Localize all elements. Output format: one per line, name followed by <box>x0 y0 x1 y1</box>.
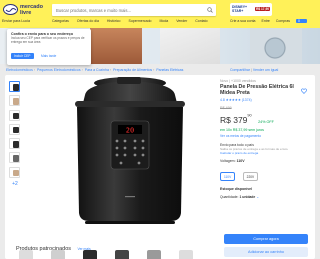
breadcrumb-item[interactable]: Panelas Elétricas <box>156 68 183 72</box>
nav-offers[interactable]: Ofertas do dia <box>77 19 99 23</box>
sell-similar-link[interactable]: Vender um igual <box>253 68 278 72</box>
sponsored-products-row <box>15 247 215 259</box>
share-link[interactable]: Compartilhar <box>230 68 250 72</box>
price-row: R$ 37990 24% OFF <box>220 110 312 128</box>
banner-washing-machine-image <box>250 28 302 64</box>
breadcrumb-item[interactable]: Pequenos Eletrodomésticos <box>37 68 81 72</box>
quantity-value: 1 unidade <box>239 194 256 199</box>
add-to-cart-button[interactable]: Adicionar ao carrinho <box>224 247 308 257</box>
price-cents: 90 <box>247 113 252 118</box>
thumbnail-3[interactable] <box>9 109 20 121</box>
page: { "header": { "logo_line1": "mercado", "… <box>0 0 320 259</box>
voltage-option-110v[interactable]: 110V <box>220 172 236 182</box>
heart-icon[interactable] <box>301 88 307 94</box>
thumbnail-5[interactable] <box>9 138 20 150</box>
sponsored-product-5[interactable] <box>143 247 165 259</box>
installments-text: em 10x R$ 37,99 sem juros <box>220 127 264 132</box>
cart-count: 0 <box>298 19 300 23</box>
nav-sell[interactable]: Vender <box>176 19 187 23</box>
cart-button[interactable]: 0 <box>296 19 307 23</box>
product-info-column: Novo | +1000 vendidos Panela De Pressão … <box>220 79 312 259</box>
promo-price-badge: R$ 17,90 <box>255 7 270 11</box>
payment-methods-link[interactable]: Ver os meios de pagamento <box>220 134 312 138</box>
create-account-link[interactable]: Crie a sua conta <box>230 19 256 23</box>
search-bar <box>52 4 216 16</box>
sponsored-product-1[interactable] <box>15 247 37 259</box>
login-link[interactable]: Entre <box>261 19 269 23</box>
thumbnail-6[interactable] <box>9 152 20 164</box>
cooker-display-text: 20 <box>126 127 134 135</box>
thumbnail-1[interactable] <box>9 81 20 92</box>
nav-history[interactable]: Histórico <box>107 19 121 23</box>
mercado-livre-logo[interactable]: mercado livre <box>3 4 45 17</box>
address-tooltip: Confira o envio para o seu endereço Incl… <box>7 29 91 65</box>
product-card: +2 20 Novo | +1000 vendidos Panela De Pr… <box>5 75 315 259</box>
logo-text-line2: livre <box>20 9 32 16</box>
more-images-button[interactable]: +2 <box>9 181 21 187</box>
stock-status: Estoque disponível <box>220 186 253 191</box>
chevron-down-icon: ⌄ <box>256 194 260 199</box>
nav-categories[interactable]: Categorias <box>52 19 69 23</box>
thumbnail-7[interactable] <box>9 166 20 178</box>
voltage-label: Voltagem: <box>220 158 236 163</box>
quantity-label: Quantidade: <box>220 194 239 199</box>
breadcrumb-actions: Compartilhar | Vender um igual <box>230 68 279 72</box>
rating[interactable]: 4.8 ★★★★★ (1374) <box>220 98 312 102</box>
search-input[interactable] <box>52 4 202 16</box>
sponsored-product-3[interactable] <box>79 247 101 259</box>
banner-product-image-1 <box>90 28 142 64</box>
thumbnail-2[interactable] <box>9 95 20 107</box>
delivery-location[interactable]: Enviar para Lucia <box>2 19 30 23</box>
later-button[interactable]: Mais tarde <box>41 54 56 58</box>
nav-supermarket[interactable]: Supermercado <box>129 19 152 23</box>
quantity-selector[interactable]: Quantidade: 1 unidade ⌄ <box>220 195 312 199</box>
voltage-option-220v[interactable]: 220V <box>242 172 259 182</box>
sponsored-product-2[interactable] <box>47 247 69 259</box>
nav-fashion[interactable]: Moda <box>159 19 168 23</box>
banner-product-image-2 <box>160 28 220 64</box>
promo-banner[interactable]: DISNEY+ STAR+ R$ 17,90 <box>230 3 272 16</box>
pressure-cooker-image[interactable]: 20 <box>55 75 205 225</box>
thumbnail-list: +2 <box>9 81 21 187</box>
breadcrumb-item[interactable]: Preparação de Alimentos <box>113 68 152 72</box>
main-nav: Categorias Ofertas do dia Histórico Supe… <box>52 19 215 23</box>
sponsored-product-6[interactable] <box>175 247 197 259</box>
handshake-logo-icon <box>3 4 18 15</box>
search-icon[interactable] <box>207 7 213 13</box>
voltage-selector-label: Voltagem: 110V <box>220 159 312 163</box>
sponsored-product-4[interactable] <box>111 247 133 259</box>
calculate-shipping-link[interactable]: Calcular o prazo de entrega <box>220 151 312 155</box>
breadcrumb: Eletrodomésticos› Pequenos Eletrodomésti… <box>6 68 184 72</box>
price: R$ 379 <box>220 114 248 125</box>
user-nav: Crie a sua conta Entre Compras 0 <box>230 19 312 23</box>
voltage-value: 110V <box>236 158 245 163</box>
header: mercado livre Enviar para Lucia DISNEY+ … <box>0 0 320 28</box>
breadcrumb-item[interactable]: Para a Cozinha <box>85 68 109 72</box>
condition-sold: Novo | +1000 vendidos <box>220 79 256 83</box>
buy-now-button[interactable]: Comprar agora <box>224 234 308 244</box>
product-title: Panela De Pressão Elétrica 6l Midea Pret… <box>220 84 294 96</box>
discount-badge: 24% OFF <box>258 119 274 124</box>
purchases-link[interactable]: Compras <box>276 19 290 23</box>
nav-contact[interactable]: Contato <box>195 19 207 23</box>
breadcrumb-item[interactable]: Eletrodomésticos <box>6 68 33 72</box>
add-zipcode-button[interactable]: Incluir CEP <box>11 53 34 59</box>
thumbnail-4[interactable] <box>9 123 20 135</box>
